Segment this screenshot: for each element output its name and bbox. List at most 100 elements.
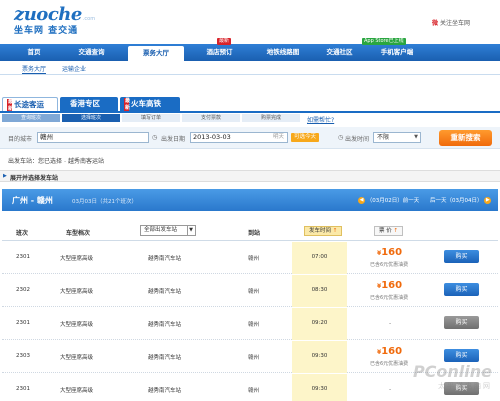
chevron-down-icon: ▼ bbox=[414, 134, 418, 140]
col-vehicle: 车型档次 bbox=[66, 230, 91, 237]
app-store-badge: App Store已上线 bbox=[362, 38, 406, 45]
chevron-down-icon: ▼ bbox=[187, 226, 194, 235]
step-query: 查询班次 bbox=[2, 114, 60, 122]
departure-station: 越秀南汽车站 bbox=[148, 388, 182, 394]
departure-time-cell: 07:00 bbox=[292, 242, 347, 274]
price-note: 已含6元优惠油费 bbox=[370, 295, 409, 301]
logo-text: zuoche bbox=[14, 4, 82, 25]
ticket-price: - bbox=[389, 386, 392, 393]
buy-button[interactable]: 购买 bbox=[444, 283, 479, 296]
next-day-link[interactable]: 后一天（03月04日） ▶ bbox=[430, 196, 492, 204]
sort-up-icon: ↑ bbox=[332, 228, 338, 234]
route-subtitle: 03月03日（共21个班次） bbox=[72, 199, 137, 205]
arrow-right-icon: ▶ bbox=[484, 197, 492, 204]
nav-community[interactable]: 交通社区 bbox=[312, 44, 367, 61]
route-title: 广州 - 赣州 bbox=[12, 196, 53, 205]
departure-time: 09:30 bbox=[311, 353, 328, 359]
departure-time-cell: 09:20 bbox=[292, 308, 347, 340]
weibo-icon: 微 bbox=[431, 20, 438, 27]
table-row: 2301 大型座席高级 越秀南汽车站 赣州 09:20 - 购买 bbox=[2, 308, 498, 340]
step-fill-order: 填写订单 bbox=[122, 114, 180, 122]
step-done: 购票完成 bbox=[242, 114, 300, 122]
table-row: 2302 大型座席高级 越秀南汽车站 赣州 08:30 ¥160 已含6元优惠油… bbox=[2, 275, 498, 307]
follow-link[interactable]: 微关注坐车网 bbox=[432, 18, 470, 27]
site-logo[interactable]: zuoche.com 坐车网 查交通 bbox=[14, 4, 95, 36]
table-header: 班次 车型档次 全部出发车站 ▼ 到站 发车时间 ↑ 票 价 ↑ bbox=[2, 221, 498, 241]
trip-number: 2303 bbox=[16, 353, 30, 359]
tab-label: 香港专区 bbox=[70, 99, 100, 108]
station-label: 出发车站： bbox=[8, 158, 39, 165]
departure-time-cell: 08:30 bbox=[292, 275, 347, 307]
origin-field[interactable]: 赣州 bbox=[37, 132, 149, 143]
tab-train[interactable]: 最新火车高铁 bbox=[120, 97, 180, 112]
departure-time: 07:00 bbox=[311, 254, 328, 260]
nav-transit-query[interactable]: 交通查询 bbox=[64, 44, 119, 61]
origin-label: 目的城市 bbox=[8, 136, 33, 143]
ticket-price: ¥160 bbox=[377, 346, 403, 357]
step-pay: 支付票款 bbox=[182, 114, 240, 122]
vehicle-type: 大型座席高级 bbox=[60, 322, 94, 328]
nav-home[interactable]: 首页 bbox=[14, 44, 54, 61]
arrow-left-icon: ◀ bbox=[358, 197, 365, 204]
tab-long-distance[interactable]: 最新长途客运 bbox=[2, 97, 58, 113]
prev-day-link[interactable]: ◀ （03月02日）前一天 bbox=[358, 196, 419, 204]
station-filter-select[interactable]: 全部出发车站 ▼ bbox=[140, 225, 196, 236]
watermark-brand: PConline bbox=[412, 362, 492, 381]
trip-number: 2301 bbox=[16, 386, 30, 392]
departure-station: 越秀南汽车站 bbox=[148, 322, 182, 328]
sort-up-icon: ↑ bbox=[393, 228, 399, 234]
help-link[interactable]: 如需帮忙? bbox=[307, 115, 334, 124]
tab-hongkong[interactable]: 香港专区 bbox=[60, 97, 118, 111]
date-field[interactable]: 2013-03-03 明天 bbox=[190, 132, 288, 143]
tab-underline bbox=[0, 111, 500, 113]
departure-time: 08:30 bbox=[311, 287, 328, 293]
tab-new-tag: 最新 bbox=[124, 98, 131, 112]
departure-station: 越秀南汽车站 bbox=[148, 256, 182, 262]
next-day-label: 后一天（03月04日） bbox=[430, 198, 483, 204]
vehicle-type: 大型座席高级 bbox=[60, 289, 94, 295]
sort-time-button[interactable]: 发车时间 ↑ bbox=[304, 226, 343, 236]
research-button[interactable]: 重新搜索 bbox=[439, 130, 492, 146]
departure-time-cell: 09:30 bbox=[292, 374, 347, 401]
date-label: 出发日期 bbox=[161, 136, 186, 143]
price-note: 已含6元优惠油费 bbox=[370, 361, 409, 367]
price-note: 已含6元优惠油费 bbox=[370, 262, 409, 268]
nav-mobile-client[interactable]: App Store已上线 手机客户端 bbox=[362, 38, 432, 61]
subnav-ticket-hall[interactable]: 票务大厅 bbox=[22, 64, 47, 74]
follow-label: 关注坐车网 bbox=[439, 20, 470, 27]
departure-station: 越秀南汽车站 bbox=[148, 355, 182, 361]
buy-button[interactable]: 购买 bbox=[444, 349, 479, 362]
departure-time: 09:20 bbox=[311, 320, 328, 326]
expand-stations-bar[interactable]: ▶ 展开并选择发车站 bbox=[0, 170, 500, 182]
station-row: 出发车站：您已选择 - 越秀南客运站 bbox=[8, 158, 105, 165]
destination: 赣州 bbox=[248, 388, 260, 394]
nav-ticket-hall[interactable]: 票务大厅 bbox=[128, 46, 184, 61]
vehicle-type: 大型座席高级 bbox=[60, 256, 94, 262]
route-header: 广州 - 赣州 03月03日（共21个班次） ◀ （03月02日）前一天 后一天… bbox=[2, 189, 498, 211]
nav-metro-map[interactable]: 地铁线路图 bbox=[252, 44, 314, 61]
sort-price-button[interactable]: 票 价 ↑ bbox=[374, 226, 404, 236]
today-badge[interactable]: 可选今天 bbox=[291, 133, 320, 142]
nav-hotel-booking[interactable]: 最新 酒店预订 bbox=[192, 38, 247, 61]
watermark: PConline 太平洋电脑网 bbox=[413, 362, 492, 391]
logo-domain: .com bbox=[82, 16, 96, 22]
search-bar: 目的城市 赣州 ◷ 出发日期 2013-03-03 明天 可选今天 ◷ 出发时间… bbox=[0, 127, 500, 149]
booking-steps: 查询班次 选择班次 填写订单 支付票款 购票完成 bbox=[0, 114, 320, 122]
main-nav: 首页 交通查询 票务大厅 最新 酒店预订 地铁线路图 交通社区 App Stor… bbox=[0, 38, 500, 61]
destination: 赣州 bbox=[248, 355, 260, 361]
subnav-carriers[interactable]: 运输企业 bbox=[62, 64, 86, 73]
col-destination: 到站 bbox=[248, 230, 261, 237]
time-select[interactable]: 不限 ▼ bbox=[373, 132, 421, 143]
nav-hotel-label: 酒店预订 bbox=[206, 48, 233, 56]
departure-time: 09:30 bbox=[311, 386, 328, 392]
date-hint: 明天 bbox=[272, 134, 284, 140]
table-row: 2301 大型座席高级 越秀南汽车站 赣州 07:00 ¥160 已含6元优惠油… bbox=[2, 242, 498, 274]
date-value: 2013-03-03 bbox=[193, 133, 231, 141]
step-select: 选择班次 bbox=[62, 114, 120, 122]
sub-nav: 票务大厅 运输企业 bbox=[0, 61, 500, 75]
departure-time-cell: 09:30 bbox=[292, 341, 347, 373]
buy-button[interactable]: 购买 bbox=[444, 316, 479, 329]
buy-button[interactable]: 购买 bbox=[444, 250, 479, 263]
station-text: 您已选择 bbox=[38, 158, 63, 165]
vehicle-type: 大型座席高级 bbox=[60, 355, 94, 361]
